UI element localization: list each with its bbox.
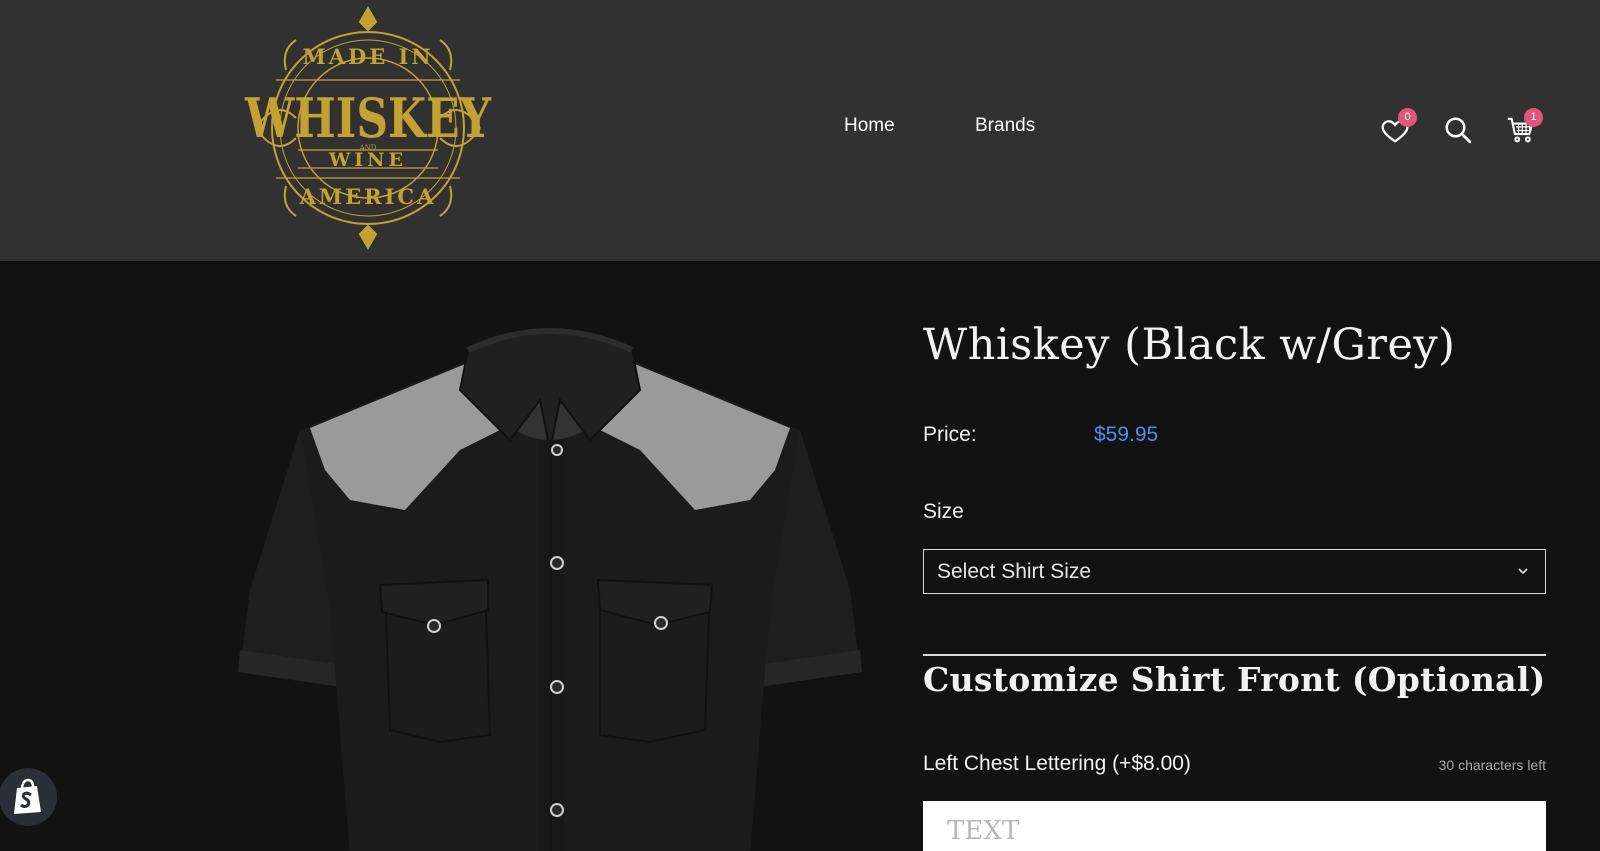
brand-logo[interactable]: MADE IN WHISKEY AND WINE AMERICA [236, 0, 506, 262]
logo-line5: AMERICA [299, 184, 437, 209]
shopify-badge-button[interactable] [0, 768, 57, 826]
chevron-down-icon [1518, 568, 1528, 575]
wishlist-button[interactable]: 0 [1375, 108, 1417, 150]
customize-heading: Customize Shirt Front (Optional) [923, 660, 1546, 699]
lettering-input[interactable] [923, 801, 1546, 851]
lettering-label: Left Chest Lettering (+$8.00) [923, 752, 1191, 775]
wishlist-count-badge: 0 [1398, 108, 1417, 127]
price-value: $59.95 [1094, 423, 1159, 446]
price-label: Price: [923, 423, 977, 446]
logo-line2: WHISKEY [244, 86, 492, 150]
logo-line4: WINE [328, 149, 407, 171]
logo-line1: MADE IN [302, 44, 433, 69]
shirt-image [238, 326, 862, 851]
size-select[interactable]: Select Shirt Size [923, 549, 1546, 594]
section-divider [923, 654, 1546, 656]
nav-home-link[interactable]: Home [844, 115, 904, 137]
cart-button[interactable]: 1 [1501, 108, 1543, 150]
cart-count-badge: 1 [1524, 108, 1543, 127]
chars-left-counter: 30 characters left [1438, 757, 1546, 773]
header-icons: 0 1 [1375, 108, 1555, 150]
size-select-value: Select Shirt Size [937, 559, 1092, 583]
product-title: Whiskey (Black w/Grey) [923, 320, 1456, 370]
search-icon [1445, 117, 1472, 144]
product-details: Whiskey (Black w/Grey) Price: $59.95 Siz… [923, 320, 1546, 851]
product-image[interactable] [230, 310, 870, 851]
search-button[interactable] [1438, 110, 1478, 150]
shopify-bag-icon [14, 778, 41, 814]
size-label: Size [923, 500, 964, 523]
logo-emblem-icon: MADE IN WHISKEY AND WINE AMERICA [244, 5, 492, 251]
nav-brands-link[interactable]: Brands [975, 115, 1045, 137]
site-header: MADE IN WHISKEY AND WINE AMERICA Home Br… [0, 0, 1600, 261]
